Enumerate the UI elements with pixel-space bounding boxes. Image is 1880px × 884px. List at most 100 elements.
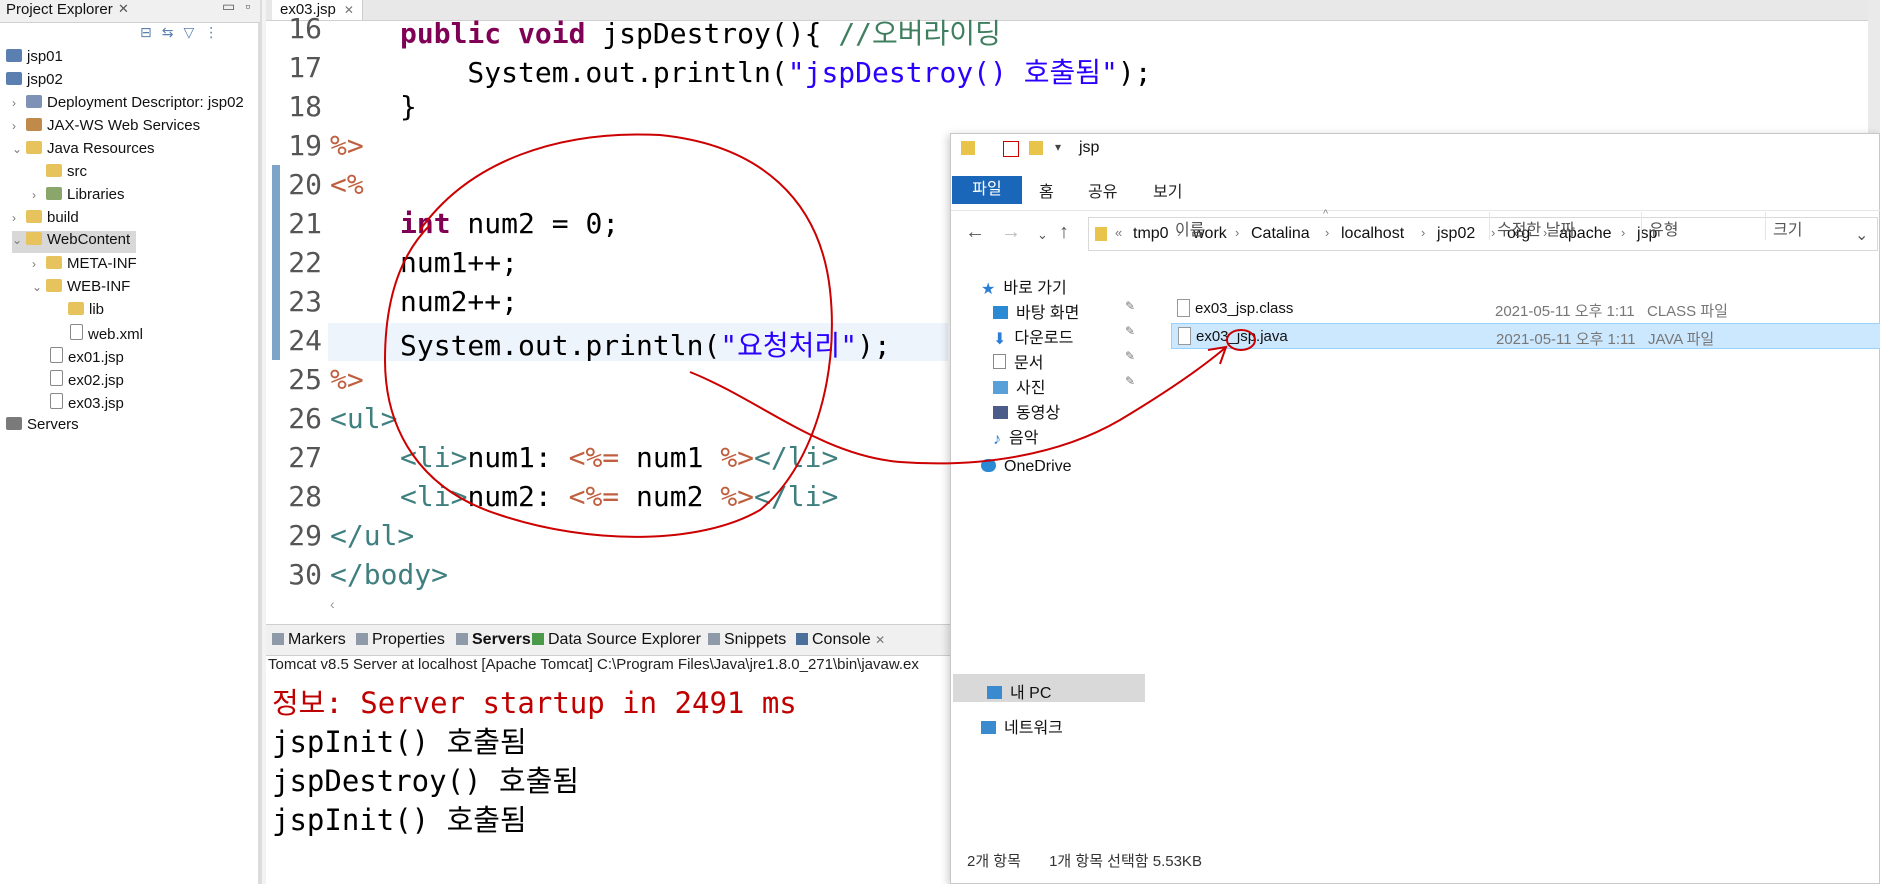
tab-properties[interactable]: Properties xyxy=(356,631,445,649)
file-list-header: 이름 수정한 날짜 유형 크기 xyxy=(1171,212,1880,244)
ribbon-tab-share[interactable]: 공유 xyxy=(1088,178,1117,202)
project-explorer-toolbar[interactable]: ⊟⇆▽⋮ xyxy=(140,24,228,41)
pin-icon[interactable]: ✎ xyxy=(1125,324,1135,338)
column-divider[interactable] xyxy=(1489,212,1490,240)
recent-locations-chevron-icon[interactable]: ⌄ xyxy=(1037,227,1048,243)
window-title-bar[interactable]: ▾ jsp xyxy=(951,134,1880,164)
tab-data-source-explorer[interactable]: Data Source Explorer xyxy=(532,631,701,649)
nav-item-this-pc[interactable]: 내 PC xyxy=(987,679,1051,703)
file-date: 2021-05-11 오후 1:11 xyxy=(1495,303,1635,320)
chevron-right-icon[interactable]: › xyxy=(12,119,26,133)
column-divider[interactable] xyxy=(1641,212,1642,240)
tree-item-jsp02[interactable]: jsp02 xyxy=(6,71,63,93)
collapse-all-icon[interactable]: ⊟ xyxy=(140,24,162,40)
column-divider[interactable] xyxy=(1765,212,1766,240)
file-type: JAVA 파일 xyxy=(1648,331,1715,348)
folder-icon xyxy=(46,256,62,269)
link-with-editor-icon[interactable]: ⇆ xyxy=(162,24,184,40)
ribbon-tab-file[interactable]: 파일 xyxy=(952,176,1022,204)
tree-item-ex03-jsp[interactable]: ex03.jsp xyxy=(50,393,124,415)
ribbon-tab-home[interactable]: 홈 xyxy=(1039,178,1054,202)
xml-file-icon xyxy=(70,324,83,340)
line-number: 18 xyxy=(288,90,322,123)
tree-item-servers[interactable]: Servers xyxy=(6,416,79,438)
tree-item-webcontent[interactable]: ⌄ WebContent xyxy=(12,231,137,253)
folder-icon xyxy=(68,302,84,315)
nav-item-desktop[interactable]: 바탕 화면 ✎ xyxy=(993,299,1143,323)
code-line-27: <li>num1: <%= num1 %></li> xyxy=(400,441,839,474)
new-folder-icon[interactable] xyxy=(1029,141,1043,155)
chevron-right-icon[interactable]: › xyxy=(12,211,26,225)
chevron-right-icon[interactable]: › xyxy=(32,257,46,271)
nav-item-downloads[interactable]: ⬇ 다운로드 ✎ xyxy=(993,324,1143,348)
nav-item-documents[interactable]: 문서 ✎ xyxy=(993,349,1143,373)
nav-item-music[interactable]: ♪ 음악 xyxy=(993,424,1038,448)
up-arrow-icon[interactable]: ↑ xyxy=(1059,221,1069,244)
forward-arrow-icon[interactable]: → xyxy=(1001,221,1021,244)
minimize-maximize-icons[interactable]: ▭▫ xyxy=(222,0,260,15)
file-name: ex03_jsp.class xyxy=(1195,300,1294,317)
tree-item-src[interactable]: src xyxy=(46,163,87,185)
nav-item-quick-access[interactable]: ★ 바로 가기 xyxy=(981,274,1067,298)
file-row[interactable]: ex03_jsp.class 2021-05-11 오후 1:11 CLASS … xyxy=(1171,296,1880,322)
column-header-date[interactable]: 수정한 날짜 xyxy=(1497,216,1575,240)
column-header-name[interactable]: 이름 xyxy=(1175,216,1204,240)
view-menu-icon[interactable]: ⋮ xyxy=(204,24,228,40)
tree-item-web-xml[interactable]: web.xml xyxy=(70,324,143,346)
close-icon[interactable]: ✕ xyxy=(344,3,354,17)
close-icon[interactable]: ✕ xyxy=(875,633,885,647)
folder-icon xyxy=(961,141,975,155)
code-line-18: } xyxy=(400,90,417,123)
tab-markers[interactable]: Markers xyxy=(272,631,346,649)
project-explorer-tab[interactable]: Project Explorer ✕ ▭▫ xyxy=(0,0,260,23)
markers-icon xyxy=(272,633,284,645)
chevron-down-icon[interactable]: ⌄ xyxy=(32,280,46,294)
filter-icon[interactable]: ▽ xyxy=(183,24,204,40)
tree-item-meta-inf[interactable]: › META-INF xyxy=(32,255,137,277)
breadcrumb-overflow[interactable]: « xyxy=(1115,225,1122,240)
chevron-right-icon[interactable]: › xyxy=(32,188,46,202)
tree-item-jax-ws[interactable]: › JAX-WS Web Services xyxy=(12,117,200,139)
back-arrow-icon[interactable]: ← xyxy=(965,221,985,244)
pin-icon[interactable]: ✎ xyxy=(1125,299,1135,313)
tree-item-lib[interactable]: lib xyxy=(68,301,104,323)
column-header-size[interactable]: 크기 xyxy=(1773,216,1802,240)
nav-item-videos[interactable]: 동영상 xyxy=(993,399,1060,423)
nav-item-network[interactable]: 네트워크 xyxy=(981,714,1063,738)
horizontal-scroll-left-icon[interactable]: ‹ xyxy=(330,596,335,612)
code-line-25: %> xyxy=(330,363,364,396)
properties-check-icon[interactable] xyxy=(1003,141,1019,157)
tree-item-web-inf[interactable]: ⌄ WEB-INF xyxy=(32,278,130,300)
tree-item-ex01-jsp[interactable]: ex01.jsp xyxy=(50,347,124,369)
tab-snippets[interactable]: Snippets xyxy=(708,631,786,649)
nav-item-pictures[interactable]: 사진 ✎ xyxy=(993,374,1143,398)
tree-item-libraries[interactable]: › Libraries xyxy=(32,186,125,208)
chevron-down-icon[interactable]: ⌄ xyxy=(12,233,26,247)
quick-access-dropdown-icon[interactable]: ▾ xyxy=(1055,140,1061,154)
code-line-17: System.out.println("jspDestroy() 호출됨"); xyxy=(400,56,1152,89)
tree-item-build[interactable]: › build xyxy=(12,209,79,231)
file-row-selected[interactable]: ex03_jsp.java 2021-05-11 오후 1:11 JAVA 파일 xyxy=(1171,323,1880,349)
navigation-pane: ★ 바로 가기 바탕 화면 ✎ ⬇ 다운로드 ✎ 문서 ✎ 사진 ✎ 동영상 ♪ 음악 One… xyxy=(951,274,1147,834)
folder-icon xyxy=(1095,227,1107,241)
tree-item-jsp01[interactable]: jsp01 xyxy=(6,48,63,70)
tree-item-java-resources[interactable]: ⌄ Java Resources xyxy=(12,140,155,162)
console-line: jspInit() 호출됨 xyxy=(272,803,527,837)
ribbon-tab-view[interactable]: 보기 xyxy=(1153,178,1182,202)
column-header-type[interactable]: 유형 xyxy=(1649,216,1678,240)
tree-item-deployment-descriptor[interactable]: › Deployment Descriptor: jsp02 xyxy=(12,94,244,116)
nav-item-onedrive[interactable]: OneDrive xyxy=(981,458,1072,476)
file-explorer-window: ▾ jsp 파일 홈 공유 보기 ← → ⌄ ↑ « tmp0 › work ›… xyxy=(950,133,1880,884)
code-line-29: </ul> xyxy=(330,519,415,552)
breadcrumb-item[interactable]: tmp0 xyxy=(1133,225,1169,243)
tab-servers[interactable]: Servers xyxy=(456,631,531,649)
chevron-right-icon[interactable]: › xyxy=(12,96,26,110)
chevron-down-icon[interactable]: ⌄ xyxy=(12,142,26,156)
pc-icon xyxy=(987,686,1002,699)
close-icon[interactable]: ✕ xyxy=(118,1,129,17)
tree-item-ex02-jsp[interactable]: ex02.jsp xyxy=(50,370,124,392)
pictures-icon xyxy=(993,381,1008,394)
pin-icon[interactable]: ✎ xyxy=(1125,374,1135,388)
pin-icon[interactable]: ✎ xyxy=(1125,349,1135,363)
tab-console[interactable]: Console ✕ xyxy=(796,631,885,649)
